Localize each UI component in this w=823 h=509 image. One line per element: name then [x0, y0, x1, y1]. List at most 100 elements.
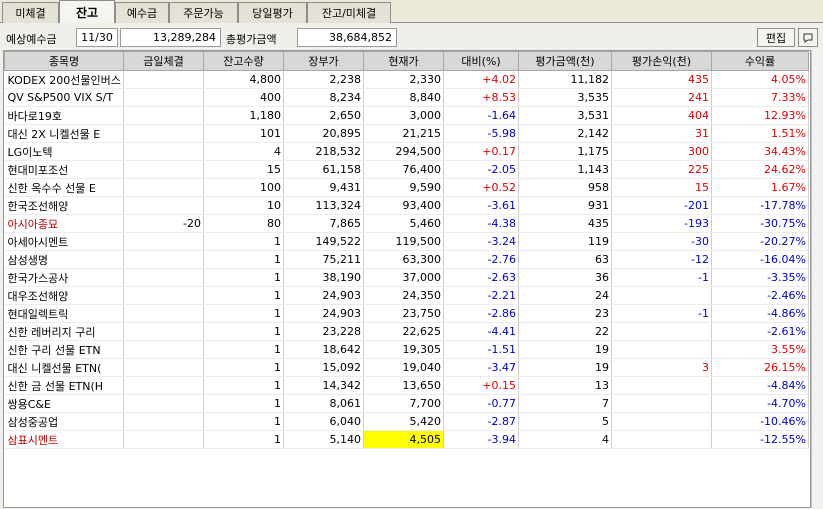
stock-name-cell: 대우조선해양 [4, 286, 124, 305]
table-row[interactable]: 바다로19호 1,180 2,650 3,000 -1.64 3,531 404 12.93% [4, 106, 809, 125]
col-header-qty[interactable]: 잔고수량 [203, 51, 284, 71]
eval-amount-cell: 4 [518, 430, 612, 449]
change-pct-cell: -0.77 [443, 394, 519, 413]
eval-pl-cell: -1 [611, 268, 712, 287]
current-price-cell: 8,840 [363, 88, 444, 107]
table-row[interactable]: 삼성생명 1 75,211 63,300 -2.76 63 -12 -16.04% [4, 250, 809, 269]
eval-amount-cell: 3,535 [518, 88, 612, 107]
stock-name-cell: 삼성중공업 [4, 412, 124, 431]
change-pct-cell: -2.63 [443, 268, 519, 287]
stock-name-cell: 삼성생명 [4, 250, 124, 269]
book-price-cell: 20,895 [283, 124, 364, 143]
balance-qty-cell: 1 [203, 322, 284, 341]
balance-qty-cell: 1 [203, 394, 284, 413]
eval-amount-cell: 1,175 [518, 142, 612, 161]
tab-deposit[interactable]: 예수금 [115, 2, 169, 23]
change-pct-cell: -3.47 [443, 358, 519, 377]
table-row[interactable]: 한국조선해양 10 113,324 93,400 -3.61 931 -201 -17.78% [4, 196, 809, 215]
table-row[interactable]: 삼성중공업 1 6,040 5,420 -2.87 5 -10.46% [4, 412, 809, 431]
current-price-cell: 22,625 [363, 322, 444, 341]
change-pct-cell: -5.98 [443, 124, 519, 143]
tab-daily-eval[interactable]: 당일평가 [238, 2, 307, 23]
eval-amount-cell: 1,143 [518, 160, 612, 179]
holdings-grid: 종목명 금일체결 잔고수량 장부가 현재가 대비(%) 평가금액(천) 평가손익… [3, 50, 811, 508]
edit-button[interactable]: 편집 [757, 28, 795, 47]
balance-qty-cell: 1,180 [203, 106, 284, 125]
book-price-cell: 61,158 [283, 160, 364, 179]
col-header-name[interactable]: 종목명 [4, 51, 124, 71]
table-row[interactable]: 신한 옥수수 선물 E 100 9,431 9,590 +0.52 958 15 1.67% [4, 178, 809, 197]
current-price-cell: 19,040 [363, 358, 444, 377]
eval-pl-cell [611, 322, 712, 341]
today-filled-cell [123, 268, 204, 287]
today-filled-cell [123, 430, 204, 449]
tab-balance[interactable]: 잔고 [59, 0, 115, 24]
date-field[interactable]: 11/30 [76, 28, 118, 47]
change-pct-cell: -3.61 [443, 196, 519, 215]
stock-name-cell: 아시아종묘 [4, 214, 124, 233]
table-row[interactable]: 아시아종묘 -20 80 7,865 5,460 -4.38 435 -193 -30.75% [4, 214, 809, 233]
table-row[interactable]: KODEX 200선물인버스 4,800 2,238 2,330 +4.02 11,182… [4, 70, 809, 89]
table-row[interactable]: 대우조선해양 1 24,903 24,350 -2.21 24 -2.46% [4, 286, 809, 305]
col-header-return[interactable]: 수익률 [711, 51, 809, 71]
eval-amount-cell: 2,142 [518, 124, 612, 143]
chat-icon[interactable] [798, 28, 818, 47]
today-filled-cell [123, 250, 204, 269]
eval-pl-cell: -193 [611, 214, 712, 233]
current-price-cell: 4,505 [363, 430, 444, 449]
current-price-cell: 93,400 [363, 196, 444, 215]
table-row[interactable]: 한국가스공사 1 38,190 37,000 -2.63 36 -1 -3.35% [4, 268, 809, 287]
eval-pl-cell: 225 [611, 160, 712, 179]
table-row[interactable]: QV S&P500 VIX S/T 400 8,234 8,840 +8.53 3,535… [4, 88, 809, 107]
table-row[interactable]: 현대일렉트릭 1 24,903 23,750 -2.86 23 -1 -4.86% [4, 304, 809, 323]
balance-qty-cell: 4,800 [203, 70, 284, 89]
eval-pl-cell: -12 [611, 250, 712, 269]
change-pct-cell: -2.86 [443, 304, 519, 323]
col-header-pl[interactable]: 평가손익(천) [611, 51, 712, 71]
balance-qty-cell: 15 [203, 160, 284, 179]
tab-balance-unfilled[interactable]: 잔고/미체결 [307, 2, 391, 23]
table-row[interactable]: 신한 레버리지 구리 1 23,228 22,625 -4.41 22 -2.61% [4, 322, 809, 341]
tab-unfilled[interactable]: 미체결 [2, 2, 59, 23]
eval-pl-cell: 404 [611, 106, 712, 125]
table-row[interactable]: 쌍용C&E 1 8,061 7,700 -0.77 7 -4.70% [4, 394, 809, 413]
col-header-eval[interactable]: 평가금액(천) [518, 51, 612, 71]
stock-name-cell: QV S&P500 VIX S/T [4, 88, 124, 107]
today-filled-cell [123, 70, 204, 89]
eval-amount-cell: 11,182 [518, 70, 612, 89]
col-header-book[interactable]: 장부가 [283, 51, 364, 71]
tab-orderable[interactable]: 주문가능 [169, 2, 238, 23]
today-filled-cell [123, 124, 204, 143]
eval-amount-cell: 24 [518, 286, 612, 305]
book-price-cell: 15,092 [283, 358, 364, 377]
col-header-change[interactable]: 대비(%) [443, 51, 519, 71]
table-row[interactable]: 현대미포조선 15 61,158 76,400 -2.05 1,143 225 24.62% [4, 160, 809, 179]
table-row[interactable]: 대신 니켈선물 ETN(1 15,092 19,040 -3.47 19 3 26.15% [4, 358, 809, 377]
today-filled-cell [123, 196, 204, 215]
table-row[interactable]: 신한 금 선물 ETN(H 1 14,342 13,650 +0.15 13 -4.84% [4, 376, 809, 395]
vertical-scrollbar[interactable] [811, 50, 821, 508]
eval-amount-cell: 19 [518, 340, 612, 359]
table-row[interactable]: 삼표시멘트 1 5,140 4,505 -3.94 4 -12.55% [4, 430, 809, 449]
table-row[interactable]: 신한 구리 선물 ETN 1 18,642 19,305 -1.51 19 3.55% [4, 340, 809, 359]
current-price-cell: 63,300 [363, 250, 444, 269]
table-row[interactable]: 대신 2X 니켈선물 E 101 20,895 21,215 -5.98 2,142 31 1… [4, 124, 809, 143]
table-row[interactable]: LG이노텍 4 218,532 294,500 +0.17 1,175 300 34.43% [4, 142, 809, 161]
balance-qty-cell: 1 [203, 286, 284, 305]
stock-name-cell: KODEX 200선물인버스 [4, 70, 124, 89]
col-header-current[interactable]: 현재가 [363, 51, 444, 71]
eval-amount-cell: 435 [518, 214, 612, 233]
stock-name-cell: 신한 레버리지 구리 [4, 322, 124, 341]
book-price-cell: 8,061 [283, 394, 364, 413]
change-pct-cell: -1.51 [443, 340, 519, 359]
return-rate-cell: -16.04% [711, 250, 809, 269]
total-eval-label: 총평가금액 [226, 33, 277, 46]
eval-pl-cell: -30 [611, 232, 712, 251]
today-filled-cell [123, 232, 204, 251]
balance-qty-cell: 1 [203, 340, 284, 359]
eval-amount-cell: 22 [518, 322, 612, 341]
col-header-today[interactable]: 금일체결 [123, 51, 204, 71]
eval-pl-cell: 3 [611, 358, 712, 377]
book-price-cell: 38,190 [283, 268, 364, 287]
table-row[interactable]: 아세아시멘트 1 149,522 119,500 -3.24 119 -30 -20.27% [4, 232, 809, 251]
